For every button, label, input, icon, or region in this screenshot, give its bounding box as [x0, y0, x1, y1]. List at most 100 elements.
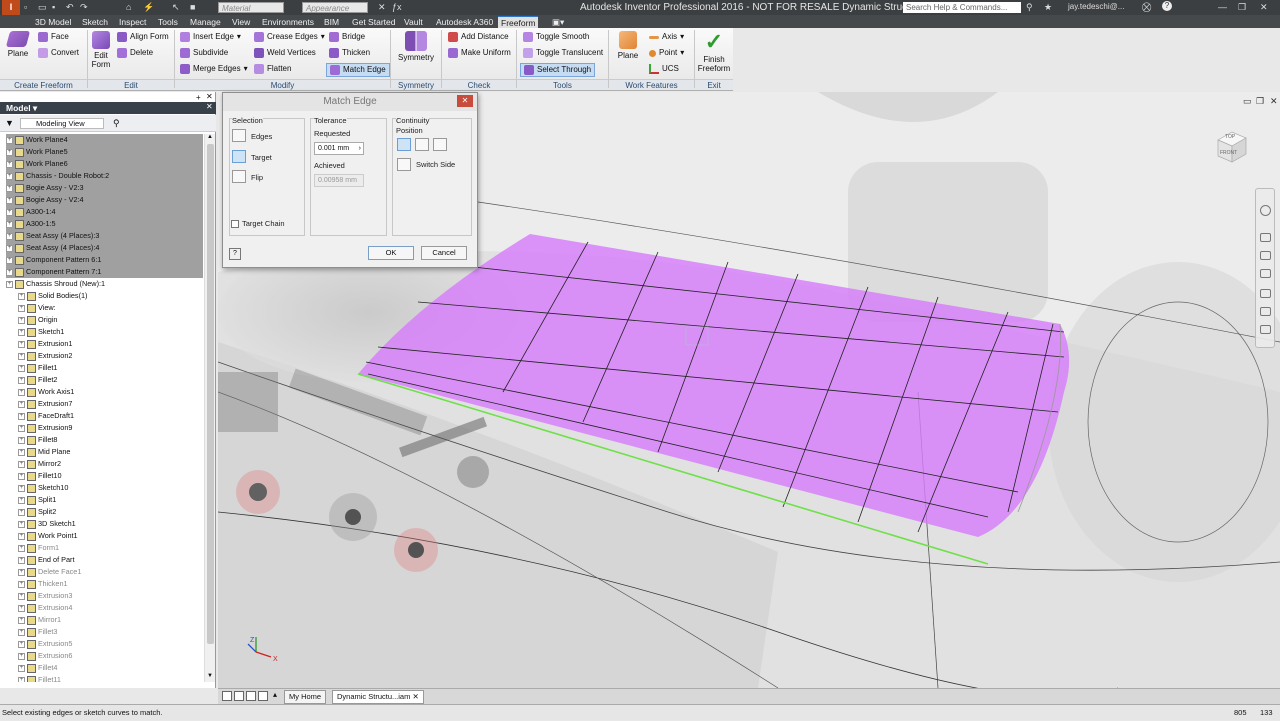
filter-icon[interactable]: ▼ — [5, 118, 14, 128]
zoom-icon[interactable] — [1260, 251, 1271, 260]
convert-button[interactable]: Convert — [38, 48, 79, 58]
tab-inspect[interactable]: Inspect — [119, 16, 146, 28]
make-uniform-button[interactable]: Make Uniform — [448, 48, 511, 58]
expand-icon[interactable]: + — [18, 640, 25, 648]
view-selector[interactable]: Modeling View — [20, 118, 104, 129]
switch-side-icon[interactable] — [397, 158, 411, 171]
expand-icon[interactable]: + — [18, 616, 25, 624]
ok-button[interactable]: OK — [368, 246, 414, 260]
tree-item[interactable]: +3D Sketch1 — [18, 518, 203, 530]
tree-item[interactable]: + Extrusion4 — [18, 602, 203, 614]
tree-item[interactable]: + Extrusion2 — [18, 350, 203, 362]
cascade-icon[interactable] — [234, 691, 244, 701]
tree-item[interactable]: + Seat Assy (4 Places):3 — [6, 230, 203, 242]
expand-icon[interactable]: + — [18, 304, 25, 312]
tree-item[interactable]: + Mirror2 — [18, 458, 203, 470]
clear-appearance-icon[interactable]: ✕ — [378, 1, 386, 13]
redo-icon[interactable]: ↷ — [80, 1, 88, 13]
tree-item[interactable]: + Mirror1 — [18, 614, 203, 626]
tab-freeform[interactable]: Freeform — [498, 16, 539, 28]
minimize-button[interactable]: — — [1218, 1, 1227, 13]
save-icon[interactable]: ▪ — [52, 1, 55, 13]
edges-label[interactable]: Edges — [251, 132, 272, 142]
expand-icon[interactable]: + — [6, 160, 13, 168]
tab-3d-model[interactable]: 3D Model — [35, 16, 71, 28]
cart-icon[interactable]: ⛒ — [1142, 1, 1151, 13]
search-input[interactable]: Search Help & Commands... — [903, 2, 1021, 13]
flip-label[interactable]: Flip — [251, 173, 263, 183]
expand-icon[interactable]: + — [18, 532, 25, 540]
expand-icon[interactable]: + — [6, 280, 13, 288]
dialog-help-button[interactable]: ? — [229, 248, 241, 260]
expand-icon[interactable]: + — [6, 136, 13, 144]
position-continuity-icon[interactable] — [397, 138, 411, 151]
expand-icon[interactable]: + — [18, 460, 25, 468]
find-icon[interactable]: ⚲ — [113, 118, 120, 129]
delete-button[interactable]: Delete — [117, 48, 153, 58]
expand-icon[interactable]: + — [18, 340, 25, 348]
tree-item[interactable]: + Form1 — [18, 542, 203, 554]
expand-icon[interactable]: + — [6, 196, 13, 204]
parameters-icon[interactable]: ƒx — [392, 1, 402, 13]
tree-item[interactable]: + Fillet4 — [18, 662, 203, 674]
select-through-toggle[interactable]: Select Through — [520, 63, 596, 77]
viewport-close-icon[interactable]: ✕ — [1270, 96, 1278, 107]
tree-item[interactable]: + Work Axis1 — [18, 386, 203, 398]
tab-get-started[interactable]: Get Started — [352, 16, 395, 28]
expand-icon[interactable]: + — [18, 520, 25, 528]
bridge-button[interactable]: Bridge — [329, 32, 365, 42]
expand-icon[interactable]: + — [18, 628, 25, 636]
orbit-icon[interactable] — [1260, 289, 1271, 298]
scroll-up-icon[interactable]: ▲ — [207, 134, 213, 140]
tree-item[interactable]: + Sketch1 — [18, 326, 203, 338]
look-at-icon[interactable] — [1260, 307, 1271, 316]
tree-item[interactable]: + Split1 — [18, 494, 203, 506]
undo-icon[interactable]: ↶ — [66, 1, 74, 13]
target-select-icon[interactable] — [232, 150, 246, 163]
tab-options-icon[interactable]: ▣▾ — [552, 16, 564, 28]
material-combo[interactable]: Material — [218, 2, 284, 13]
select-icon[interactable]: ↖ — [172, 1, 180, 13]
tree-item[interactable]: + Work Plane6 — [6, 158, 203, 170]
expand-icon[interactable]: + — [18, 604, 25, 612]
work-plane-button[interactable]: Plane — [614, 31, 642, 60]
tree-item[interactable]: + Split2 — [18, 506, 203, 518]
tree-item[interactable]: + Extrusion5 — [18, 638, 203, 650]
tab-my-home[interactable]: My Home — [284, 690, 327, 704]
tree-item[interactable]: + Mid Plane — [18, 446, 203, 458]
material-swatch-icon[interactable]: ■ — [190, 1, 195, 13]
help-button[interactable]: ? — [1162, 1, 1172, 11]
tree-item[interactable]: + Fillet1 — [18, 362, 203, 374]
expand-icon[interactable]: + — [18, 664, 25, 672]
tree-item[interactable]: + Bogie Assy - V2:4 — [6, 194, 203, 206]
axis-button[interactable]: Axis ▾ — [649, 32, 684, 42]
pan-icon[interactable] — [1260, 233, 1271, 242]
tab-scroll-up-icon[interactable]: ▴ — [273, 690, 277, 699]
expand-icon[interactable]: + — [18, 472, 25, 480]
tree-item[interactable]: + Work Plane5 — [6, 146, 203, 158]
expand-icon[interactable]: + — [18, 436, 25, 444]
weld-vertices-button[interactable]: Weld Vertices — [254, 48, 316, 58]
align-form-button[interactable]: Align Form — [117, 32, 169, 42]
subdivide-button[interactable]: Subdivide — [180, 48, 228, 58]
dialog-title[interactable]: Match Edge — [223, 93, 477, 111]
tree-item[interactable]: + A300-1:5 — [6, 218, 203, 230]
flip-icon[interactable] — [232, 170, 246, 183]
expand-icon[interactable]: + — [6, 268, 13, 276]
tree-item[interactable]: + Fillet11 — [18, 674, 203, 682]
expand-icon[interactable]: + — [18, 412, 25, 420]
tree-item[interactable]: + Fillet3 — [18, 626, 203, 638]
expand-icon[interactable]: + — [18, 400, 25, 408]
expand-icon[interactable]: + — [18, 556, 25, 564]
tab-manage[interactable]: Manage — [190, 16, 221, 28]
toggle-translucent-button[interactable]: Toggle Translucent — [523, 48, 603, 58]
expand-icon[interactable]: + — [18, 592, 25, 600]
scroll-down-icon[interactable]: ▼ — [207, 673, 213, 679]
open-icon[interactable]: ▭ — [38, 1, 47, 13]
user-account[interactable]: jay.tedeschi@... — [1068, 1, 1124, 13]
tree-item[interactable]: + Work Point1 — [18, 530, 203, 542]
tab-tools[interactable]: Tools — [158, 16, 178, 28]
target-label[interactable]: Target — [251, 153, 272, 163]
expand-icon[interactable]: + — [18, 388, 25, 396]
tab-vault[interactable]: Vault — [404, 16, 423, 28]
